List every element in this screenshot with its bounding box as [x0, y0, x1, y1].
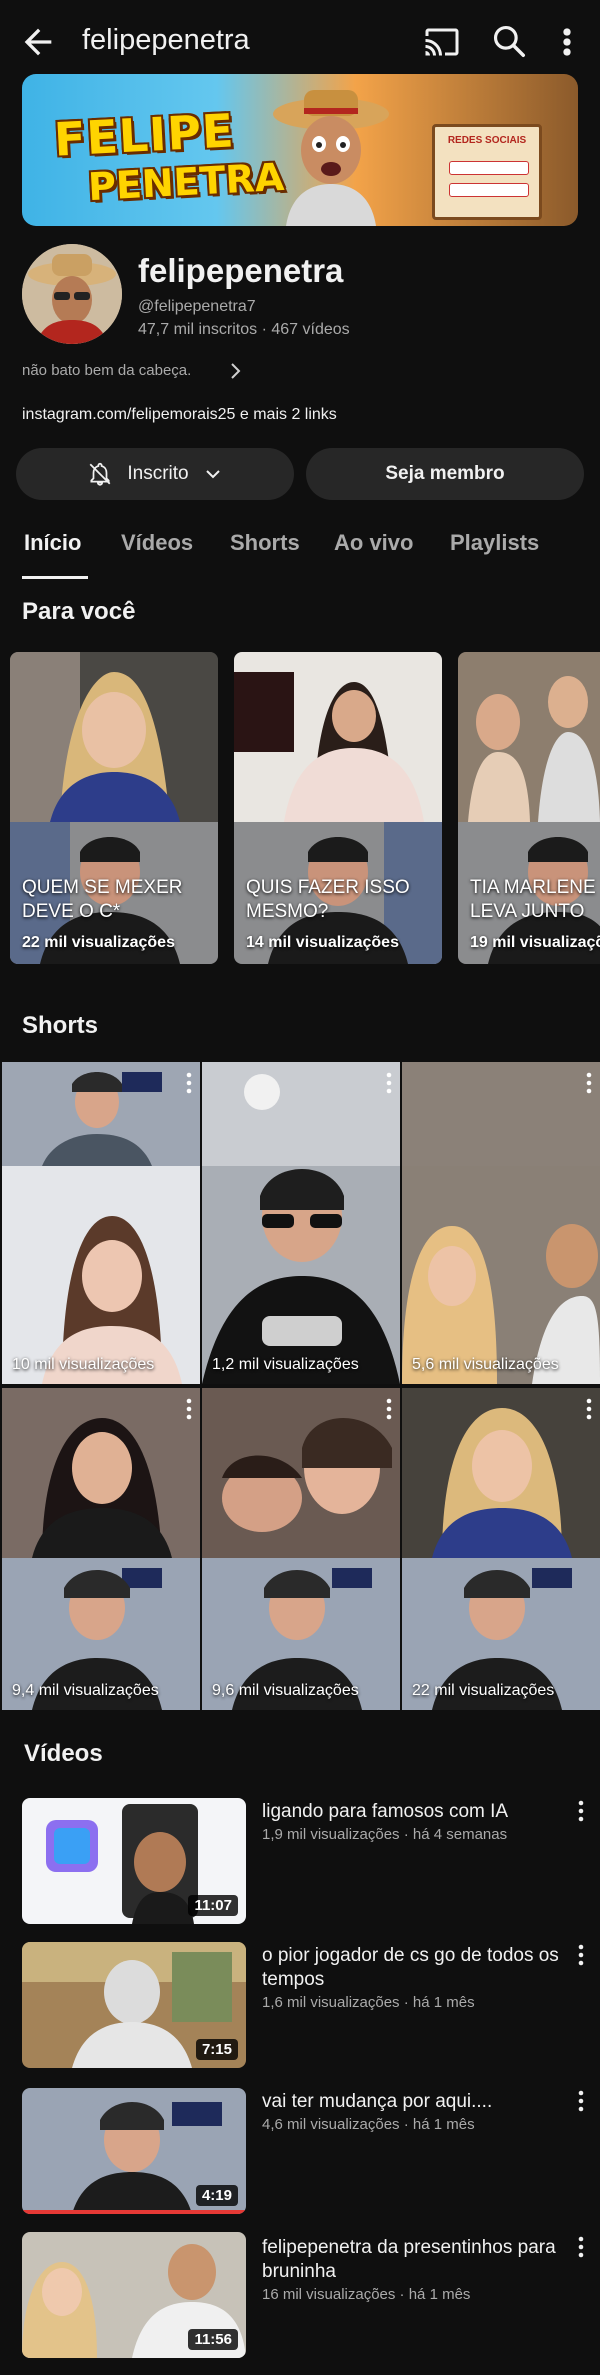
short-card[interactable]: 1,2 mil visualizações: [202, 1062, 400, 1384]
video-duration: 11:56: [188, 2329, 238, 2350]
more-vert-icon[interactable]: [586, 1398, 592, 1420]
shorts-title: Shorts: [22, 1012, 99, 1039]
channel-stats: 47,7 mil inscritos · 467 vídeos: [138, 321, 350, 338]
short-thumbnail: [402, 1388, 600, 1558]
join-member-button[interactable]: Seja membro: [306, 448, 584, 500]
back-arrow-icon[interactable]: [18, 22, 58, 62]
card-views: 14 mil visualizações: [246, 934, 399, 951]
video-meta: 4,6 mil visualizações · há 1 mês: [262, 2116, 475, 2133]
short-thumbnail: [202, 1166, 400, 1384]
channel-banner: FELIPE PENETRA REDES SOCIAIS: [22, 74, 578, 226]
channel-handle: @felipepenetra7: [138, 298, 256, 315]
more-vert-icon[interactable]: [186, 1072, 192, 1094]
more-vert-icon[interactable]: [586, 1072, 592, 1094]
short-views: 5,6 mil visualizações: [412, 1356, 559, 1373]
short-thumbnail: [2, 1166, 200, 1384]
short-views: 9,4 mil visualizações: [12, 1682, 159, 1699]
short-card[interactable]: 9,4 mil visualizações: [2, 1388, 200, 1710]
card-views: 22 mil visualizações: [22, 934, 175, 951]
card-thumbnail: [234, 652, 442, 822]
channel-links[interactable]: instagram.com/felipemorais25 e mais 2 li…: [22, 406, 337, 424]
sign-bar: [449, 161, 529, 175]
video-meta: 1,6 mil visualizações · há 1 mês: [262, 1994, 475, 2011]
video-duration: 11:07: [188, 1895, 238, 1916]
more-vert-icon[interactable]: [578, 2236, 584, 2258]
short-card[interactable]: 22 mil visualizações: [402, 1388, 600, 1710]
channel-name: felipepenetra: [138, 252, 344, 289]
more-vert-icon[interactable]: [552, 22, 582, 62]
cast-icon[interactable]: [424, 24, 464, 64]
more-vert-icon[interactable]: [578, 1944, 584, 1966]
short-card[interactable]: 9,6 mil visualizações: [202, 1388, 400, 1710]
short-thumbnail: [202, 1388, 400, 1558]
more-vert-icon[interactable]: [386, 1398, 392, 1420]
more-vert-icon[interactable]: [578, 1800, 584, 1822]
short-thumbnail: [202, 1062, 400, 1166]
channel-avatar[interactable]: [22, 244, 122, 344]
short-views: 22 mil visualizações: [412, 1682, 555, 1699]
for-you-card[interactable]: QUIS FAZER ISSO MESMO? 14 mil visualizaçõ…: [234, 652, 442, 964]
videos-title: Vídeos: [24, 1740, 103, 1767]
search-icon[interactable]: [490, 22, 530, 62]
tab-live[interactable]: Ao vivo: [334, 530, 413, 556]
card-caption: QUIS FAZER ISSO MESMO?: [246, 877, 410, 922]
banner-logo-line2: PENETRA: [86, 154, 286, 210]
video-title[interactable]: o pior jogador de cs go de todos os temp…: [262, 1944, 560, 1992]
short-thumbnail: [2, 1062, 200, 1166]
tab-home[interactable]: Início: [24, 530, 81, 556]
tab-shorts[interactable]: Shorts: [230, 530, 300, 556]
more-vert-icon[interactable]: [186, 1398, 192, 1420]
card-caption: TIA MARLENE LEVA JUNTO: [470, 877, 596, 922]
bell-off-icon: [87, 461, 113, 487]
video-title[interactable]: felipepenetra da presentinhos para bruni…: [262, 2236, 560, 2284]
chevron-down-icon: [203, 464, 223, 484]
more-vert-icon[interactable]: [578, 2090, 584, 2112]
video-title[interactable]: ligando para famosos com IA: [262, 1800, 560, 1824]
video-thumbnail[interactable]: 4:19: [22, 2088, 246, 2214]
short-thumbnail: [402, 1166, 600, 1384]
sign-bar: [449, 183, 529, 197]
for-you-title: Para você: [22, 598, 136, 625]
short-card[interactable]: 10 mil visualizações: [2, 1062, 200, 1384]
short-views: 10 mil visualizações: [12, 1356, 155, 1373]
channel-title: felipepenetra: [82, 24, 250, 56]
video-meta: 16 mil visualizações · há 1 mês: [262, 2286, 471, 2303]
card-thumbnail: [10, 652, 218, 822]
card-views: 19 mil visualizações: [470, 934, 600, 951]
video-duration: 4:19: [195, 2185, 238, 2206]
more-vert-icon[interactable]: [386, 1072, 392, 1094]
short-card[interactable]: 5,6 mil visualizações: [402, 1062, 600, 1384]
short-views: 9,6 mil visualizações: [212, 1682, 359, 1699]
channel-description[interactable]: não bato bem da cabeça.: [22, 362, 191, 379]
card-thumbnail: [458, 652, 600, 822]
banner-logo-line1: FELIPE: [52, 103, 236, 167]
video-thumbnail[interactable]: 11:56: [22, 2232, 246, 2358]
tab-playlists[interactable]: Playlists: [450, 530, 539, 556]
card-caption: QUEM SE MEXER DEVE O C*: [22, 877, 183, 922]
channel-tabs: Início Vídeos Shorts Ao vivo Playlists: [0, 520, 600, 580]
video-duration: 7:15: [195, 2039, 238, 2060]
banner-social-sign: REDES SOCIAIS: [432, 124, 542, 220]
short-views: 1,2 mil visualizações: [212, 1356, 359, 1373]
subscribed-button[interactable]: Inscrito: [16, 448, 294, 500]
top-app-bar: felipepenetra: [0, 0, 600, 84]
for-you-card[interactable]: QUEM SE MEXER DEVE O C* 22 mil visualizaç…: [10, 652, 218, 964]
video-meta: 1,9 mil visualizações · há 4 semanas: [262, 1826, 508, 1843]
banner-person-image: [273, 90, 389, 226]
tab-videos[interactable]: Vídeos: [121, 530, 193, 556]
short-thumbnail: [402, 1062, 600, 1166]
sign-title: REDES SOCIAIS: [447, 135, 527, 146]
short-thumbnail: [2, 1388, 200, 1558]
chevron-right-icon[interactable]: [228, 361, 244, 381]
active-tab-indicator: [22, 576, 88, 579]
video-thumbnail[interactable]: 11:07: [22, 1798, 246, 1924]
video-thumbnail[interactable]: 7:15: [22, 1942, 246, 2068]
video-title[interactable]: vai ter mudança por aqui....: [262, 2090, 560, 2114]
subscribed-label: Inscrito: [127, 463, 189, 484]
for-you-card[interactable]: TIA MARLENELEVA JUNTO 19 mil visualizaçõ…: [458, 652, 600, 964]
